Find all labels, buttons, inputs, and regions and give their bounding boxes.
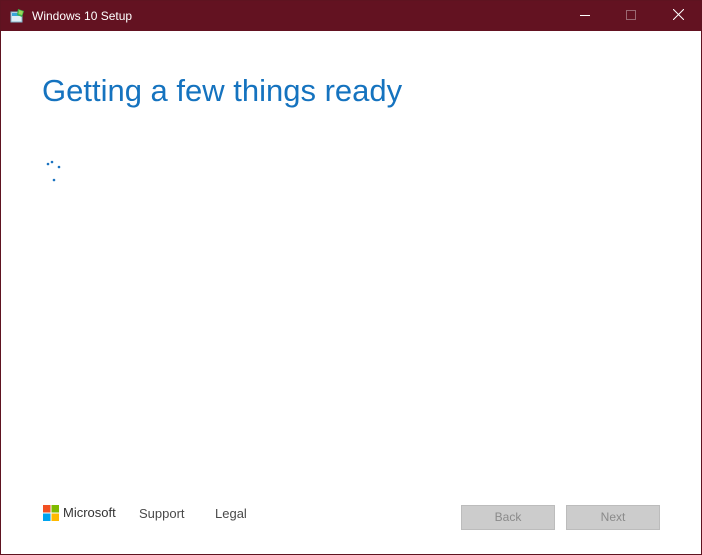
page-heading: Getting a few things ready (42, 73, 403, 108)
setup-app-icon (10, 8, 26, 24)
loading-spinner-icon (43, 158, 65, 184)
back-button[interactable]: Back (461, 505, 555, 530)
title-bar[interactable]: Windows 10 Setup (1, 1, 701, 31)
microsoft-brand-text: Microsoft (63, 505, 116, 520)
setup-window: Windows 10 Setup Getting a few things re… (0, 0, 702, 555)
next-button[interactable]: Next (566, 505, 660, 530)
close-button[interactable] (655, 1, 701, 31)
maximize-icon (626, 7, 636, 25)
support-link[interactable]: Support (139, 505, 185, 522)
close-icon (672, 7, 684, 25)
window-title: Windows 10 Setup (32, 9, 133, 23)
legal-link[interactable]: Legal (215, 505, 247, 522)
microsoft-logo-icon (43, 505, 59, 521)
maximize-button[interactable] (608, 1, 654, 31)
minimize-button[interactable] (562, 1, 608, 31)
minimize-icon (580, 7, 590, 25)
